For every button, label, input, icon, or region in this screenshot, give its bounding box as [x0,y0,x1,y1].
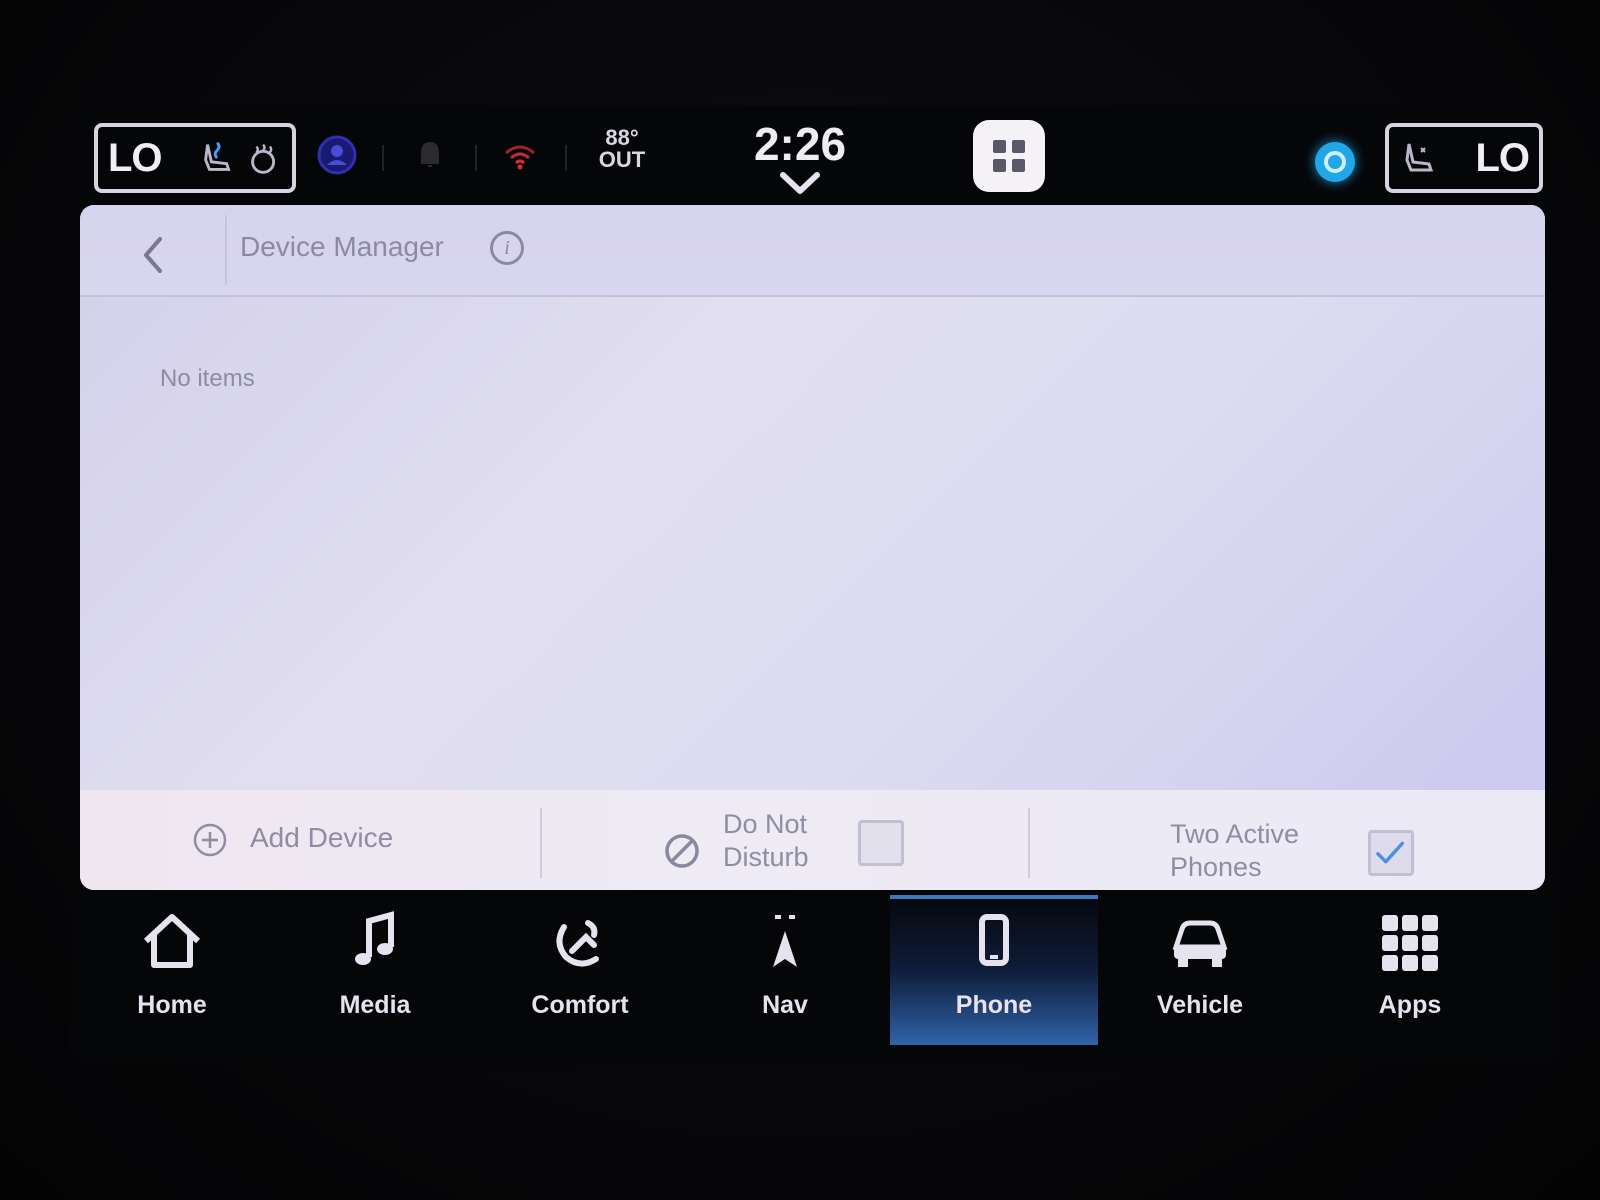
two-phones-line2: Phones [1170,852,1262,882]
two-active-phones-checkbox[interactable] [1368,830,1414,876]
nav-label-comfort: Comfort [531,991,629,1019]
passenger-temp: LO [1475,135,1530,180]
navigation-arrow-icon [773,915,797,967]
nav-label-media: Media [339,991,411,1019]
back-button[interactable] [120,225,220,285]
infotainment-screen: LO 88° OUT 2:26 LO Device Manager i No i… [70,105,1560,1065]
vehicle-icon [1172,920,1228,967]
status-divider [475,145,477,171]
nav-label-apps: Apps [1378,991,1442,1019]
do-not-disturb-checkbox[interactable] [858,820,904,866]
nav-navigation[interactable]: Nav [685,895,885,1045]
home-icon [143,914,201,968]
seat-heat-icon [203,141,231,171]
driver-temp: LO [108,135,163,180]
nav-apps[interactable]: Apps [1310,895,1510,1045]
status-divider [565,145,567,171]
driver-climate-control[interactable]: LO [94,123,296,193]
bottom-nav: Home Media Comfort Nav Phone Vehicle App… [70,895,1560,1045]
nav-label-vehicle: Vehicle [1156,991,1244,1019]
nav-label-nav: Nav [762,991,808,1019]
empty-list-message: No items [160,365,255,392]
outside-temp-value: 88° [605,125,639,150]
two-active-phones-label: Two Active Phones [1170,818,1340,884]
panel-footer: Add Device Do Not Disturb Two Active Pho… [80,790,1545,890]
plus-circle-icon [193,823,227,857]
nav-label-phone: Phone [955,991,1033,1019]
nav-phone[interactable]: Phone [890,895,1098,1045]
apps-grid-icon [1382,915,1438,971]
header-divider [225,215,227,285]
checkmark-icon [1376,841,1405,864]
chevron-left-icon [144,237,162,273]
steering-heat-icon [250,143,275,174]
dnd-label-line2: Disturb [723,842,809,872]
status-divider [382,145,384,171]
outside-temp-label: OUT [598,147,646,172]
driver-profile-icon[interactable] [315,133,359,177]
chevron-down-icon[interactable] [775,171,825,197]
page-title: Device Manager [240,231,444,262]
add-device-label: Add Device [250,822,394,853]
phone-icon [979,914,1009,966]
nav-media[interactable]: Media [275,895,475,1045]
dnd-label-line1: Do Not [723,809,808,839]
music-note-icon [355,911,394,965]
do-not-disturb-icon [665,834,699,868]
passenger-climate-control[interactable]: LO [1385,123,1543,193]
panel-header: Device Manager i [80,205,1545,297]
app-grid-icon [993,140,1025,172]
two-phones-line1: Two Active [1170,819,1300,849]
nav-comfort[interactable]: Comfort [480,895,680,1045]
nav-label-home: Home [137,991,207,1019]
seat-cool-icon [1405,143,1434,172]
nav-vehicle[interactable]: Vehicle [1100,895,1300,1045]
wifi-icon [505,145,535,170]
outside-temperature: 88° OUT [592,127,652,171]
clock[interactable]: 2:26 [740,117,860,171]
alexa-icon[interactable] [1315,142,1355,182]
device-manager-panel: Device Manager i No items Add Device Do … [80,205,1545,890]
nav-home[interactable]: Home [72,895,272,1045]
status-bar: LO 88° OUT 2:26 LO [70,105,1560,205]
add-device-button[interactable]: Add Device [80,790,540,890]
do-not-disturb-label: Do Not Disturb [723,808,843,874]
bell-icon[interactable] [408,133,452,177]
info-icon[interactable]: i [490,231,524,265]
app-grid-button[interactable] [973,120,1045,192]
comfort-icon [556,920,599,967]
